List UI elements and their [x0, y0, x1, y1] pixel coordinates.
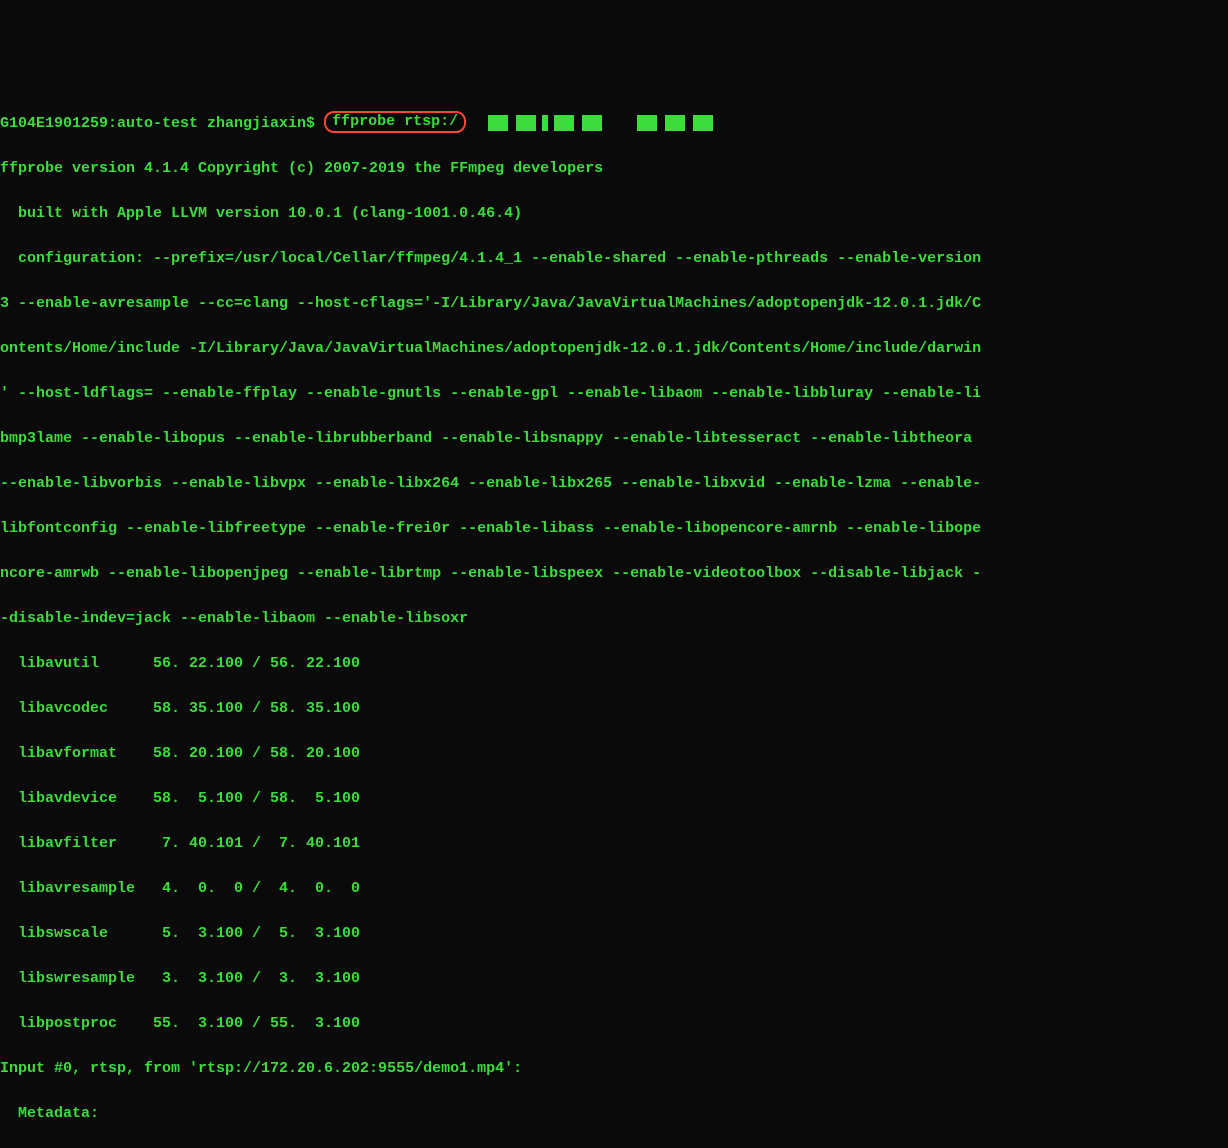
lib-line: libavutil 56. 22.100 / 56. 22.100 [0, 653, 1228, 676]
lib-line: libpostproc 55. 3.100 / 55. 3.100 [0, 1013, 1228, 1036]
lib-line: libavformat 58. 20.100 / 58. 20.100 [0, 743, 1228, 766]
config-line: configuration: --prefix=/usr/local/Cella… [0, 248, 1228, 271]
redacted-block [582, 115, 602, 131]
version-line: ffprobe version 4.1.4 Copyright (c) 2007… [0, 158, 1228, 181]
lib-line: libavcodec 58. 35.100 / 58. 35.100 [0, 698, 1228, 721]
redacted-block [693, 115, 713, 131]
config-line: --enable-libvorbis --enable-libvpx --ena… [0, 473, 1228, 496]
redacted-block [488, 115, 508, 131]
config-line: -disable-indev=jack --enable-libaom --en… [0, 608, 1228, 631]
lib-line: libavdevice 58. 5.100 / 58. 5.100 [0, 788, 1228, 811]
config-line: ontents/Home/include -I/Library/Java/Jav… [0, 338, 1228, 361]
input-line: Input #0, rtsp, from 'rtsp://172.20.6.20… [0, 1058, 1228, 1081]
shell-prompt: G104E1901259:auto-test zhangjiaxin$ [0, 115, 324, 132]
config-line: ' --host-ldflags= --enable-ffplay --enab… [0, 383, 1228, 406]
redacted-block [637, 115, 657, 131]
redacted-block [554, 115, 574, 131]
config-line: 3 --enable-avresample --cc=clang --host-… [0, 293, 1228, 316]
lib-line: libavresample 4. 0. 0 / 4. 0. 0 [0, 878, 1228, 901]
lib-line: libavfilter 7. 40.101 / 7. 40.101 [0, 833, 1228, 856]
redacted-block [516, 115, 536, 131]
redacted-block [665, 115, 685, 131]
lib-line: libswresample 3. 3.100 / 3. 3.100 [0, 968, 1228, 991]
metadata-line: Metadata: [0, 1103, 1228, 1126]
build-line: built with Apple LLVM version 10.0.1 (cl… [0, 203, 1228, 226]
config-line: bmp3lame --enable-libopus --enable-libru… [0, 428, 1228, 451]
prompt-line: G104E1901259:auto-test zhangjiaxin$ ffpr… [0, 113, 1228, 136]
command-highlight: ffprobe rtsp:/ [324, 111, 466, 133]
redacted-dot [542, 115, 548, 131]
lib-line: libswscale 5. 3.100 / 5. 3.100 [0, 923, 1228, 946]
command-text: ffprobe rtsp:/ [332, 113, 458, 130]
terminal-output: G104E1901259:auto-test zhangjiaxin$ ffpr… [0, 90, 1228, 1148]
config-line: libfontconfig --enable-libfreetype --ena… [0, 518, 1228, 541]
